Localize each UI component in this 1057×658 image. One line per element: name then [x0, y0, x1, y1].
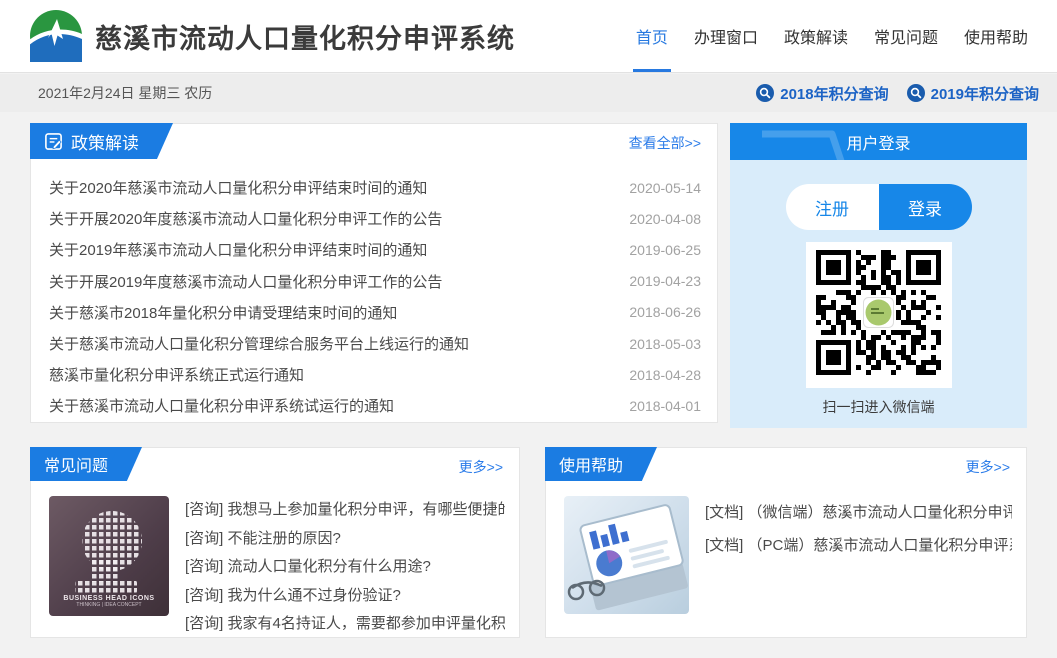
policy-list-item[interactable]: 关于慈溪市2018年量化积分申请受理结束时间的通知 2018-06-26 [49, 297, 701, 328]
notice-date: 2018-06-26 [629, 304, 701, 320]
notice-date: 2018-04-28 [629, 367, 701, 383]
policy-list-item[interactable]: 关于慈溪市流动人口量化积分管理综合服务平台上线运行的通知 2018-05-03 [49, 328, 701, 359]
nav-item[interactable]: 政策解读 [771, 0, 861, 72]
date-bar: 2021年2月24日 星期三 农历 2018年积分查询 2019年积分查询 [0, 74, 1057, 112]
faq-list-item[interactable]: [咨询] 我为什么通不过身份验证? [185, 582, 505, 611]
help-panel: 使用帮助 更多>> [545, 447, 1027, 638]
notice-title: 关于2020年慈溪市流动人口量化积分申评结束时间的通知 [49, 177, 427, 198]
score-query-label: 2019年积分查询 [931, 83, 1039, 104]
faq-panel-title: 常见问题 [30, 447, 118, 481]
policy-list-item[interactable]: 关于2019年慈溪市流动人口量化积分申评结束时间的通知 2019-06-25 [49, 234, 701, 265]
notice-title: 关于2019年慈溪市流动人口量化积分申评结束时间的通知 [49, 239, 427, 260]
faq-list-item[interactable]: [咨询] 我家有4名持证人，需要都参加申评量化积分... [185, 610, 505, 639]
faq-title-label: 常见问题 [44, 452, 108, 476]
faq-image-caption: BUSINESS HEAD ICONS THINKING | IDEA CONC… [49, 595, 169, 608]
policy-list-item[interactable]: 慈溪市量化积分申评系统正式运行通知 2018-04-28 [49, 359, 701, 390]
notice-title: 关于慈溪市流动人口量化积分申评系统试运行的通知 [49, 395, 394, 416]
page-title: 慈溪市流动人口量化积分申评系统 [95, 17, 515, 56]
faq-thumbnail-image[interactable]: BUSINESS HEAD ICONS THINKING | IDEA CONC… [49, 496, 169, 616]
score-query-links: 2018年积分查询 2019年积分查询 [756, 83, 1039, 104]
login-panel-title: 用户登录 [846, 130, 910, 154]
help-list: [文档] （微信端）慈溪市流动人口量化积分申评系... [文档] （PC端）慈溪… [705, 496, 1012, 562]
register-button[interactable]: 注册 [786, 184, 879, 230]
search-icon [907, 84, 925, 102]
faq-more-link[interactable]: 更多>> [459, 457, 503, 477]
faq-list-item[interactable]: [咨询] 我想马上参加量化积分申评，有哪些便捷的... [185, 496, 505, 525]
help-panel-title: 使用帮助 [545, 447, 633, 481]
notice-date: 2019-04-23 [629, 273, 701, 289]
notice-title: 关于慈溪市2018年量化积分申请受理结束时间的通知 [49, 302, 397, 323]
faq-list: [咨询] 我想马上参加量化积分申评，有哪些便捷的... [咨询] 不能注册的原因… [185, 496, 505, 639]
faq-list-item[interactable]: [咨询] 不能注册的原因? [185, 525, 505, 554]
nav-item[interactable]: 办理窗口 [681, 0, 771, 72]
help-more-link[interactable]: 更多>> [966, 457, 1010, 477]
current-date: 2021年2月24日 星期三 农历 [38, 83, 212, 103]
help-list-item[interactable]: [文档] （微信端）慈溪市流动人口量化积分申评系... [705, 496, 1012, 529]
help-list-item[interactable]: [文档] （PC端）慈溪市流动人口量化积分申评系统... [705, 529, 1012, 562]
policy-list-item[interactable]: 关于2020年慈溪市流动人口量化积分申评结束时间的通知 2020-05-14 [49, 172, 701, 203]
auth-toggle: 注册 登录 [786, 184, 972, 230]
policy-title-label: 政策解读 [71, 129, 139, 154]
login-button[interactable]: 登录 [879, 184, 972, 230]
policy-list-item[interactable]: 关于开展2020年度慈溪市流动人口量化积分申评工作的公告 2020-04-08 [49, 203, 701, 234]
policy-list-item[interactable]: 关于慈溪市流动人口量化积分申评系统试运行的通知 2018-04-01 [49, 390, 701, 421]
policy-list-item[interactable]: 关于开展2019年度慈溪市流动人口量化积分申评工作的公告 2019-04-23 [49, 266, 701, 297]
site-header: 慈溪市流动人口量化积分申评系统 首页 办理窗口 政策解读 常见问题 使用帮助 [0, 0, 1057, 73]
help-title-label: 使用帮助 [559, 452, 623, 476]
notice-date: 2018-05-03 [629, 336, 701, 352]
notice-title: 关于开展2020年度慈溪市流动人口量化积分申评工作的公告 [49, 208, 442, 229]
nav-item[interactable]: 使用帮助 [951, 0, 1041, 72]
score-query-link[interactable]: 2019年积分查询 [907, 83, 1039, 104]
notice-date: 2020-05-14 [629, 180, 701, 196]
tablet-charts-illustration [564, 496, 689, 614]
notice-title: 关于开展2019年度慈溪市流动人口量化积分申评工作的公告 [49, 271, 442, 292]
nav-item[interactable]: 首页 [623, 0, 681, 72]
policy-view-all-link[interactable]: 查看全部>> [629, 133, 701, 153]
notice-title: 关于慈溪市流动人口量化积分管理综合服务平台上线运行的通知 [49, 333, 469, 354]
user-login-panel: 用户登录 注册 登录 扫一扫进入微信端 [730, 123, 1027, 428]
notice-title: 慈溪市量化积分申评系统正式运行通知 [49, 364, 304, 385]
qr-code-image [816, 250, 941, 380]
policy-list: 关于2020年慈溪市流动人口量化积分申评结束时间的通知 2020-05-14 关… [31, 172, 717, 422]
faq-panel: 常见问题 更多>> BUSINESS HEAD ICONS THINKING |… [30, 447, 520, 638]
notice-date: 2019-06-25 [629, 242, 701, 258]
search-icon [756, 84, 774, 102]
main-nav: 首页 办理窗口 政策解读 常见问题 使用帮助 [623, 0, 1057, 72]
score-query-link[interactable]: 2018年积分查询 [756, 83, 888, 104]
briefcase-watermark-icon [738, 126, 856, 160]
qr-caption: 扫一扫进入微信端 [730, 397, 1027, 417]
policy-panel: 政策解读 查看全部>> 关于2020年慈溪市流动人口量化积分申评结束时间的通知 … [30, 123, 718, 423]
login-panel-header: 用户登录 [730, 123, 1027, 160]
wechat-qr-code [806, 242, 952, 388]
site-logo-icon [30, 10, 82, 62]
notice-date: 2018-04-01 [629, 398, 701, 414]
policy-panel-title: 政策解读 [30, 123, 149, 159]
score-query-label: 2018年积分查询 [780, 83, 888, 104]
document-pen-icon [44, 132, 63, 151]
notice-date: 2020-04-08 [629, 211, 701, 227]
faq-list-item[interactable]: [咨询] 流动人口量化积分有什么用途? [185, 553, 505, 582]
nav-item[interactable]: 常见问题 [861, 0, 951, 72]
help-thumbnail-image[interactable] [564, 496, 689, 614]
